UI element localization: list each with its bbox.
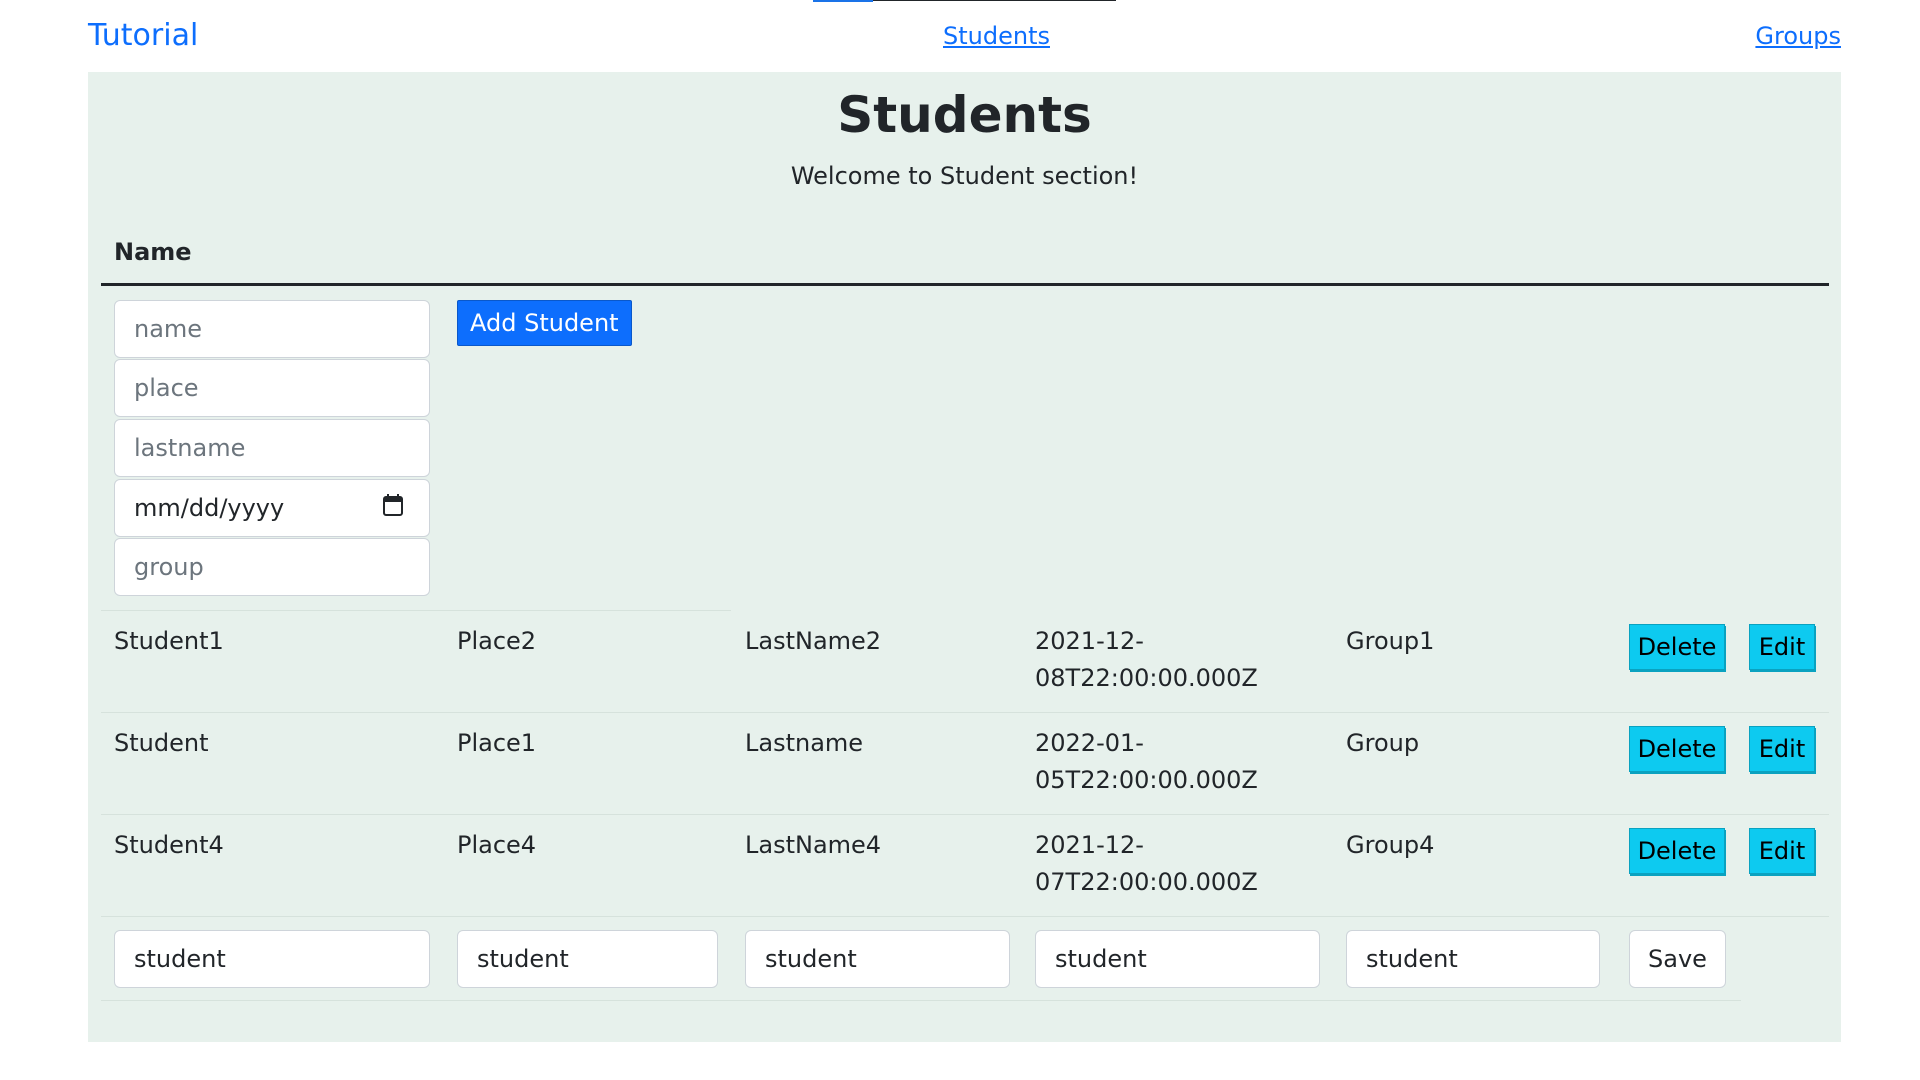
cell-date: 2021-12- 07T22:00:00.000Z xyxy=(1035,827,1258,901)
delete-button[interactable]: Delete xyxy=(1629,624,1725,670)
cell-date-line2: 08T22:00:00.000Z xyxy=(1035,664,1258,692)
cell-place: Place1 xyxy=(457,729,537,757)
cell-name: Student xyxy=(114,729,209,757)
date-input-placeholder: mm/dd/yyyy xyxy=(134,494,285,522)
edit-date-input[interactable] xyxy=(1035,930,1320,988)
cell-group: Group xyxy=(1346,729,1420,757)
cell-name: Student1 xyxy=(114,627,224,655)
calendar-icon[interactable] xyxy=(383,494,403,516)
cell-name: Student4 xyxy=(114,831,224,859)
cell-date-line1: 2021-12- xyxy=(1035,627,1144,655)
nav-students-link[interactable]: Students xyxy=(943,22,1050,50)
cell-group: Group1 xyxy=(1346,627,1435,655)
lastname-input[interactable] xyxy=(114,419,430,477)
cell-lastname: LastName2 xyxy=(745,627,882,655)
cell-date: 2022-01- 05T22:00:00.000Z xyxy=(1035,725,1258,799)
save-button[interactable]: Save xyxy=(1629,930,1726,988)
navbar: Tutorial Students Groups xyxy=(88,0,1841,72)
form-row-divider xyxy=(101,610,731,611)
page-title: Students xyxy=(837,86,1092,144)
cell-lastname: Lastname xyxy=(745,729,864,757)
edit-button[interactable]: Edit xyxy=(1749,726,1815,772)
cell-place: Place4 xyxy=(457,831,537,859)
edit-row-divider xyxy=(101,1000,1741,1001)
delete-button[interactable]: Delete xyxy=(1629,828,1725,874)
row-divider xyxy=(101,712,1829,713)
cell-place: Place2 xyxy=(457,627,537,655)
brand-link[interactable]: Tutorial xyxy=(88,18,198,53)
table-header-divider xyxy=(101,283,1829,286)
cell-date-line2: 05T22:00:00.000Z xyxy=(1035,766,1258,794)
add-student-button[interactable]: Add Student xyxy=(457,300,632,346)
place-input[interactable] xyxy=(114,359,430,417)
cell-date-line1: 2021-12- xyxy=(1035,831,1144,859)
edit-button[interactable]: Edit xyxy=(1749,828,1815,874)
welcome-text: Welcome to Student section! xyxy=(790,162,1139,190)
edit-name-input[interactable] xyxy=(114,930,430,988)
edit-lastname-input[interactable] xyxy=(745,930,1010,988)
cell-date-line2: 07T22:00:00.000Z xyxy=(1035,868,1258,896)
edit-button[interactable]: Edit xyxy=(1749,624,1815,670)
row-divider xyxy=(101,916,1829,917)
cell-date-line1: 2022-01- xyxy=(1035,729,1144,757)
delete-button[interactable]: Delete xyxy=(1629,726,1725,772)
row-divider xyxy=(101,814,1829,815)
students-panel: Students Welcome to Student section! Nam… xyxy=(88,72,1841,1042)
edit-place-input[interactable] xyxy=(457,930,718,988)
cell-date: 2021-12- 08T22:00:00.000Z xyxy=(1035,623,1258,697)
group-input[interactable] xyxy=(114,538,430,596)
date-input[interactable]: mm/dd/yyyy xyxy=(114,479,430,537)
column-header-name: Name xyxy=(114,238,192,266)
edit-group-input[interactable] xyxy=(1346,930,1600,988)
name-input[interactable] xyxy=(114,300,430,358)
nav-groups-link[interactable]: Groups xyxy=(1755,22,1841,50)
cell-group: Group4 xyxy=(1346,831,1435,859)
cell-lastname: LastName4 xyxy=(745,831,882,859)
